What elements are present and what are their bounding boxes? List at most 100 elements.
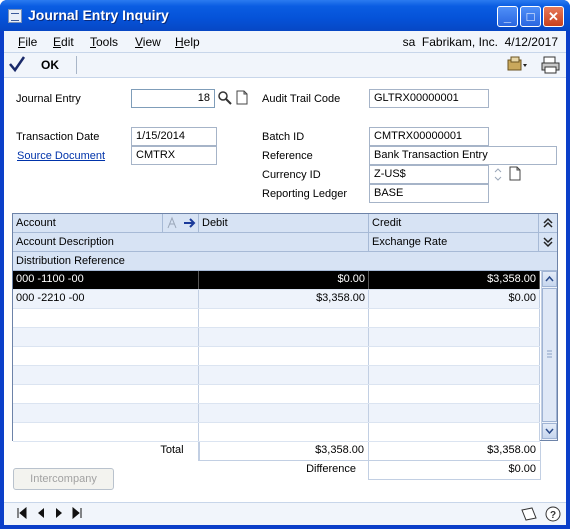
print-icon[interactable]	[541, 56, 561, 74]
reporting-ledger-field: BASE	[369, 184, 489, 203]
col-exchange-rate: Exchange Rate	[369, 233, 539, 252]
next-record-icon[interactable]	[53, 507, 65, 519]
close-button[interactable]: ✕	[543, 6, 564, 27]
status-bar: ?	[4, 502, 566, 525]
batch-id-field: CMTRX00000001	[369, 127, 489, 146]
scroll-up-button[interactable]	[542, 271, 557, 287]
currency-expand-icon[interactable]	[490, 166, 506, 183]
maximize-button[interactable]: □	[520, 6, 541, 27]
previous-record-icon[interactable]	[35, 507, 47, 519]
table-row[interactable]	[13, 347, 540, 366]
col-distribution-reference: Distribution Reference	[13, 252, 557, 271]
menu-help[interactable]: Help	[175, 35, 200, 49]
cell-account: 000 -2210 -00	[13, 290, 199, 308]
batch-id-label: Batch ID	[262, 131, 305, 143]
currency-id-label: Currency ID	[262, 169, 321, 181]
cell-debit	[199, 423, 369, 441]
svg-text:?: ?	[550, 510, 556, 521]
journal-entry-inquiry-window: Journal Entry Inquiry _ □ ✕ File Edit To…	[0, 0, 570, 529]
currency-id-field: Z-US$	[369, 165, 489, 184]
ok-check-icon[interactable]	[8, 55, 26, 73]
distribution-grid: Account Debit Credit Account Description…	[12, 213, 558, 442]
cell-account	[13, 366, 199, 384]
currency-note-icon[interactable]	[507, 165, 523, 182]
minimize-button[interactable]: _	[497, 6, 518, 27]
reporting-ledger-label: Reporting Ledger	[262, 188, 348, 200]
note-window-icon[interactable]	[520, 506, 538, 522]
cell-credit	[369, 309, 540, 327]
lookup-icon[interactable]	[217, 89, 233, 106]
audit-trail-code-field: GLTRX00000001	[369, 89, 489, 108]
title-bar[interactable]: Journal Entry Inquiry _ □ ✕	[0, 0, 570, 31]
table-row[interactable]	[13, 385, 540, 404]
help-icon[interactable]: ?	[545, 506, 561, 522]
cell-debit	[199, 385, 369, 403]
cell-debit	[199, 328, 369, 346]
table-row[interactable]	[13, 404, 540, 423]
col-account[interactable]: Account	[13, 214, 163, 233]
table-row[interactable]	[13, 366, 540, 385]
ok-button[interactable]: OK	[41, 58, 59, 72]
menu-tools[interactable]: Tools	[90, 35, 118, 49]
last-record-icon[interactable]	[71, 507, 83, 519]
cell-credit	[369, 328, 540, 346]
scroll-thumb[interactable]	[542, 288, 557, 422]
cell-debit	[199, 366, 369, 384]
total-label: Total	[146, 442, 199, 461]
scroll-down-button[interactable]	[542, 423, 557, 439]
cell-credit	[369, 366, 540, 384]
window-icon	[8, 9, 22, 23]
cell-credit	[369, 385, 540, 403]
table-row[interactable]: 000 -2210 -00 $3,358.00 $0.00	[13, 290, 540, 309]
menu-edit[interactable]: Edit	[53, 35, 74, 49]
col-debit[interactable]: Debit	[199, 214, 369, 233]
window-title: Journal Entry Inquiry	[28, 7, 169, 23]
window-client-area: File Edit Tools View Help sa Fabrikam, I…	[4, 31, 566, 525]
collapse-rows-icon[interactable]	[539, 214, 557, 233]
cell-debit	[199, 309, 369, 327]
col-credit[interactable]: Credit	[369, 214, 539, 233]
expand-arrow-icon[interactable]	[181, 214, 199, 233]
transaction-date-field: 1/15/2014	[131, 127, 217, 146]
close-icon: ✕	[548, 9, 559, 24]
menu-bar: File Edit Tools View Help sa Fabrikam, I…	[4, 31, 566, 53]
difference-label: Difference	[199, 461, 369, 480]
table-row[interactable]: 000 -1100 -00 $0.00 $3,358.00	[13, 271, 540, 290]
additional-menu-icon[interactable]	[507, 56, 527, 74]
cell-debit: $3,358.00	[199, 290, 369, 308]
transaction-date-label: Transaction Date	[16, 131, 100, 143]
reference-label: Reference	[262, 150, 313, 162]
difference-value: $0.00	[369, 461, 541, 480]
vertical-scrollbar[interactable]	[541, 271, 557, 440]
menu-view[interactable]: View	[135, 35, 161, 49]
cell-credit	[369, 347, 540, 365]
table-row[interactable]	[13, 309, 540, 328]
journal-entry-label: Journal Entry	[16, 93, 81, 105]
total-debit: $3,358.00	[199, 442, 369, 461]
reference-field: Bank Transaction Entry	[369, 146, 557, 165]
menu-file[interactable]: File	[18, 35, 37, 49]
source-document-link[interactable]: Source Document	[17, 150, 105, 162]
cell-account	[13, 309, 199, 327]
audit-trail-code-label: Audit Trail Code	[262, 93, 341, 105]
cell-account: 000 -1100 -00	[13, 271, 199, 289]
cell-account	[13, 423, 199, 441]
cell-debit: $0.00	[199, 271, 369, 289]
table-row[interactable]	[13, 328, 540, 347]
note-icon[interactable]	[234, 89, 250, 106]
total-credit: $3,358.00	[369, 442, 541, 461]
minimize-icon: _	[503, 9, 512, 24]
first-record-icon[interactable]	[16, 507, 28, 519]
cell-account	[13, 404, 199, 422]
intercompany-button[interactable]: Intercompany	[13, 468, 114, 490]
cell-credit: $0.00	[369, 290, 540, 308]
toolbar: OK	[4, 53, 566, 78]
journal-entry-field[interactable]: 18	[131, 89, 215, 108]
account-lookup-icon[interactable]	[163, 214, 181, 233]
expand-rows-icon[interactable]	[539, 233, 557, 252]
source-document-field: CMTRX	[131, 146, 217, 165]
toolbar-separator	[76, 56, 77, 74]
cell-debit	[199, 404, 369, 422]
cell-credit: $3,358.00	[369, 271, 540, 289]
table-row[interactable]	[13, 423, 540, 442]
